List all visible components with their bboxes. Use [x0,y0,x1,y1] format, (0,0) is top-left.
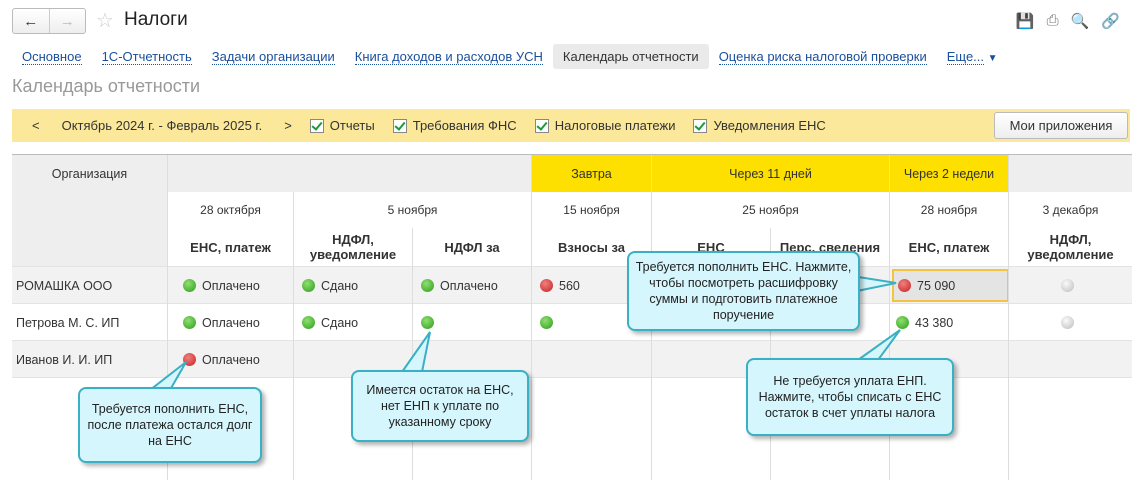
callout-debt-ens: Требуется пополнить ЕНС, после платежа о… [78,387,262,463]
callout-balance-ens: Имеется остаток на ЕНС, нет ЕНП к уплате… [351,370,529,442]
callout-topup-ens: Требуется пополнить ЕНС. Нажмите, чтобы … [627,251,860,331]
callout-no-payment: Не требуется уплата ЕНП. Нажмите, чтобы … [746,358,954,436]
